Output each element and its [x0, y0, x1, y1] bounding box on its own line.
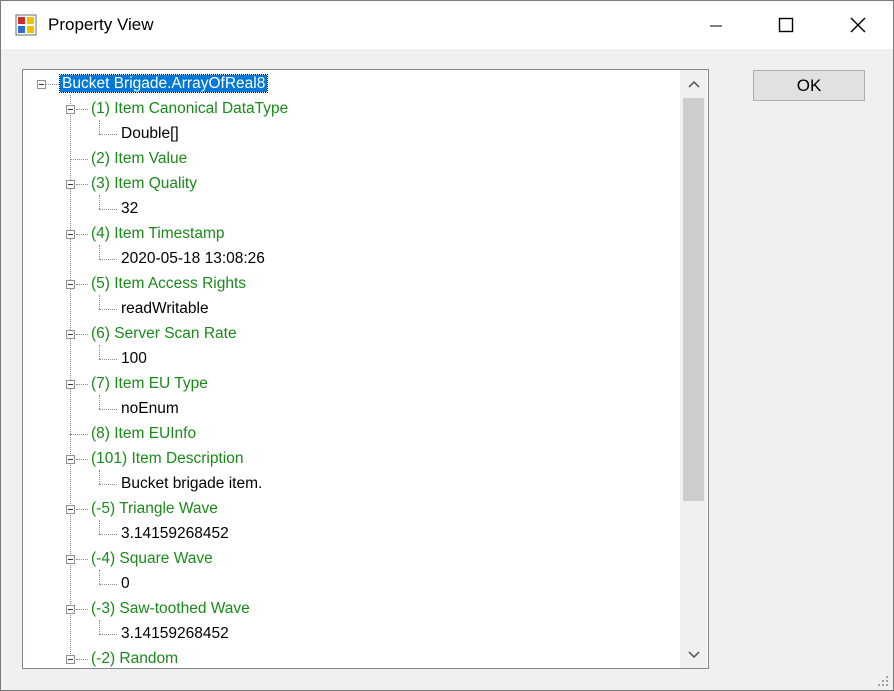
tree-property-node[interactable]: (2) Item Value	[91, 149, 187, 169]
maximize-button[interactable]	[751, 1, 821, 49]
tree-value-node[interactable]: 3.14159268452	[121, 624, 229, 644]
tree-root-label: Bucket Brigade.ArrayOfReal8	[58, 74, 269, 93]
tree-property-node[interactable]: (4) Item Timestamp	[91, 224, 225, 244]
tree-line	[99, 570, 100, 584]
tree-line	[99, 245, 100, 259]
tree-property-node[interactable]: (8) Item EUInfo	[91, 424, 196, 444]
tree-property-node[interactable]: (-3) Saw-toothed Wave	[91, 599, 250, 619]
tree-line	[76, 184, 88, 185]
tree-property-node[interactable]: (1) Item Canonical DataType	[91, 99, 288, 119]
tree-value-node[interactable]: 3.14159268452	[121, 524, 229, 544]
tree-line	[70, 434, 88, 435]
tree-line	[76, 509, 88, 510]
tree-property-node[interactable]: (101) Item Description	[91, 449, 243, 469]
tree-property-node[interactable]: (5) Item Access Rights	[91, 274, 246, 294]
tree-line	[76, 109, 88, 110]
tree-line	[99, 584, 117, 585]
tree-line	[99, 134, 117, 135]
tree-line	[99, 259, 117, 260]
tree-line	[76, 609, 88, 610]
property-view-window: Property View Bucket Brigade.ArrayOfReal…	[0, 0, 894, 691]
property-tree[interactable]: Bucket Brigade.ArrayOfReal8 (1) Item Can…	[22, 69, 709, 669]
tree-value-node[interactable]: 0	[121, 574, 130, 594]
ok-button[interactable]: OK	[753, 70, 865, 101]
tree-property-node[interactable]: (-4) Square Wave	[91, 549, 213, 569]
tree-value-node[interactable]: 2020-05-18 13:08:26	[121, 249, 265, 269]
resize-grip-icon[interactable]	[877, 675, 889, 687]
tree-property-node[interactable]: (-5) Triangle Wave	[91, 499, 218, 519]
collapse-icon[interactable]	[66, 280, 75, 289]
tree-line	[99, 359, 117, 360]
tree-root-node[interactable]: Bucket Brigade.ArrayOfReal8	[58, 74, 269, 94]
tree-value-node[interactable]: Double[]	[121, 124, 179, 144]
tree-line	[99, 484, 117, 485]
collapse-icon[interactable]	[66, 105, 75, 114]
minimize-button[interactable]	[681, 1, 751, 49]
app-icon	[15, 14, 37, 36]
tree-line	[76, 659, 88, 660]
tree-line	[99, 634, 117, 635]
collapse-icon[interactable]	[66, 455, 75, 464]
tree-value-node[interactable]: 100	[121, 349, 147, 369]
tree-line	[99, 520, 100, 534]
close-icon	[850, 17, 866, 33]
collapse-icon[interactable]	[66, 180, 75, 189]
chevron-up-icon	[687, 80, 700, 88]
scroll-up-button[interactable]	[680, 70, 707, 97]
tree-value-node[interactable]: Bucket brigade item.	[121, 474, 262, 494]
tree-line	[99, 195, 100, 209]
tree-line	[76, 459, 88, 460]
tree-property-node[interactable]: (6) Server Scan Rate	[91, 324, 237, 344]
collapse-icon[interactable]	[66, 655, 75, 664]
collapse-icon[interactable]	[66, 330, 75, 339]
collapse-icon[interactable]	[66, 505, 75, 514]
close-button[interactable]	[823, 1, 893, 49]
collapse-icon[interactable]	[66, 605, 75, 614]
collapse-icon[interactable]	[66, 230, 75, 239]
tree-line	[99, 470, 100, 484]
tree-line	[99, 534, 117, 535]
tree-line	[99, 209, 117, 210]
tree-property-node[interactable]: (3) Item Quality	[91, 174, 197, 194]
collapse-icon[interactable]	[37, 80, 46, 89]
scrollbar-thumb[interactable]	[683, 98, 704, 501]
tree-line	[70, 159, 88, 160]
tree-line	[76, 284, 88, 285]
collapse-icon[interactable]	[66, 555, 75, 564]
tree-line	[99, 409, 117, 410]
collapse-icon[interactable]	[66, 380, 75, 389]
tree-line	[99, 345, 100, 359]
tree-value-node[interactable]: noEnum	[121, 399, 179, 419]
tree-line	[76, 334, 88, 335]
tree-value-node[interactable]: readWritable	[121, 299, 209, 319]
tree-line	[45, 84, 59, 85]
minimize-icon	[710, 25, 722, 27]
tree-line	[76, 384, 88, 385]
tree-line	[76, 559, 88, 560]
tree-property-node[interactable]: (-2) Random	[91, 649, 178, 668]
window-title: Property View	[48, 15, 154, 34]
tree-line	[99, 395, 100, 409]
maximize-icon	[778, 17, 794, 33]
tree-line	[99, 309, 117, 310]
tree-line	[76, 234, 88, 235]
title-bar[interactable]: Property View	[1, 1, 893, 49]
tree-property-node[interactable]: (7) Item EU Type	[91, 374, 208, 394]
vertical-scrollbar[interactable]	[680, 70, 707, 668]
tree-value-node[interactable]: 32	[121, 199, 138, 219]
tree-line	[99, 620, 100, 634]
scroll-down-button[interactable]	[680, 641, 707, 668]
chevron-down-icon	[687, 650, 700, 658]
tree-line	[99, 120, 100, 134]
tree-line	[99, 295, 100, 309]
